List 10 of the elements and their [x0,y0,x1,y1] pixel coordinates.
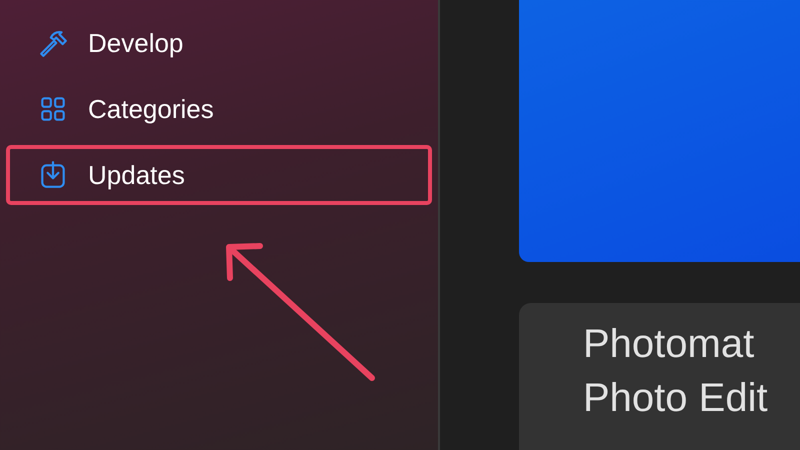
sidebar-item-label[interactable]: Updates [88,160,185,190]
grid-icon [38,94,68,124]
sidebar-item-label[interactable]: Develop [88,28,184,58]
hammer-icon [38,28,68,58]
sidebar-item-label[interactable]: Categories [88,94,214,124]
app-title: Photo Edit [583,375,769,422]
app-title: Photomat [583,321,756,368]
sidebar-item[interactable]: Categories [6,79,432,139]
download-box-icon [38,160,68,190]
sidebar-item[interactable]: Develop [6,13,432,73]
